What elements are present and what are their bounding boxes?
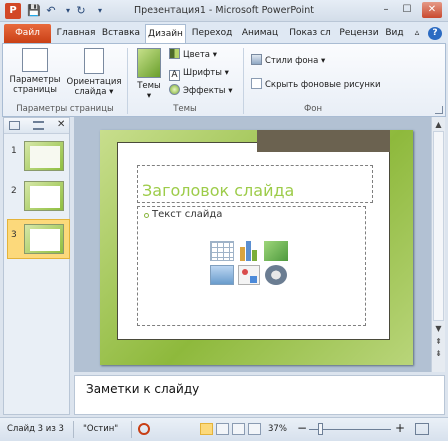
insert-clipart-icon[interactable] [238,265,260,285]
orientation-label-2: слайда ▾ [74,87,114,97]
theme-name[interactable]: "Остин" [83,424,118,434]
slide-thumbnail-2[interactable] [24,181,64,211]
status-bar: Слайд 3 из 3 "Остин" 37% − + [0,417,448,441]
page-setup-button[interactable]: Параметры страницы [7,48,63,95]
colors-button[interactable]: Цвета ▾ [169,48,217,62]
page-setup-label-2: страницы [13,85,57,95]
slide-number: 3 [11,230,17,240]
tab-home[interactable]: Главная [55,24,97,44]
maximize-button[interactable]: ☐ [398,2,416,18]
slide-thumbnail-1[interactable] [24,141,64,171]
fonts-label: Шрифты ▾ [183,68,229,78]
dialog-launcher-icon[interactable] [435,106,443,114]
background-styles-button[interactable]: Стили фона ▾ [251,54,325,68]
zoom-in-icon[interactable]: + [395,421,405,435]
tab-insert[interactable]: Вставка [99,24,143,44]
insert-media-icon[interactable] [265,265,287,285]
previous-slide-icon[interactable]: ⇞ [433,337,444,346]
insert-table-icon[interactable] [210,241,234,261]
language-check-icon[interactable] [138,423,150,435]
title-placeholder[interactable]: Заголовок слайда [137,165,373,203]
effects-label: Эффекты ▾ [183,86,233,96]
zoom-out-icon[interactable]: − [297,421,307,435]
themes-icon [137,48,161,78]
collapse-ribbon-icon[interactable]: ▵ [410,24,424,44]
slide-count: Слайд 3 из 3 [7,424,64,434]
tab-review[interactable]: Рецензи [335,24,383,44]
tab-animations[interactable]: Анимац [237,24,283,44]
content-placeholder-text: Текст слайда [152,209,223,220]
slides-tab-icon[interactable] [9,121,20,130]
themes-button[interactable]: Темы ▾ [131,48,167,101]
tab-view[interactable]: Вид [383,24,406,44]
zoom-slider-thumb[interactable] [318,423,323,435]
hide-background-checkbox[interactable]: Скрыть фоновые рисунки [251,78,381,92]
orientation-icon [84,48,104,74]
zoom-level[interactable]: 37% [268,424,287,434]
checkbox-icon [251,78,262,89]
help-icon[interactable]: ? [428,27,442,40]
outline-tab-icon[interactable] [33,121,44,130]
fonts-button[interactable]: A Шрифты ▾ [169,66,229,81]
tab-transitions[interactable]: Переход [189,24,235,44]
notes-pane[interactable]: Заметки к слайду [74,375,445,415]
slideshow-view-icon[interactable] [248,423,261,435]
ribbon-tabs: Файл Главная Вставка Дизайн Переход Аним… [0,22,448,45]
background-styles-icon [251,54,262,65]
scroll-up-icon[interactable]: ▲ [433,120,444,129]
themes-dropdown-icon: ▾ [146,91,152,101]
background-styles-label: Стили фона ▾ [265,56,326,66]
colors-icon [169,48,180,59]
slide-number: 1 [11,146,17,156]
group-label-background: Фон [303,104,323,114]
normal-view-icon[interactable] [200,423,213,435]
bullet-icon [144,213,149,218]
thumbnail-content [30,146,60,168]
vertical-scrollbar[interactable]: ▲ ▼ ⇞ ⇟ [431,117,445,372]
insert-chart-icon[interactable] [238,239,260,261]
slides-panel: ✕ 1 2 3 [3,117,70,415]
close-button[interactable]: ✕ [422,2,442,18]
title-bar: P 💾 ↶ ▾ ↻ ▾ Презентация1 - Microsoft Pow… [0,0,448,22]
next-slide-icon[interactable]: ⇟ [433,349,444,358]
group-label-themes: Темы [173,104,197,114]
reading-view-icon[interactable] [232,423,245,435]
group-label-page-setup: Параметры страницы [16,104,114,114]
page-setup-icon [22,48,48,72]
scroll-track[interactable] [433,131,444,321]
colors-label: Цвета ▾ [183,50,217,60]
title-placeholder-text: Заголовок слайда [142,181,295,200]
scroll-down-icon[interactable]: ▼ [433,324,444,333]
themes-label: Темы [137,81,161,91]
content-placeholder[interactable]: Текст слайда [137,206,366,326]
page-setup-label-1: Параметры [9,75,61,85]
fonts-icon: A [169,70,180,81]
tab-file[interactable]: Файл [4,24,51,44]
minimize-button[interactable]: – [377,2,395,18]
thumbnail-content [30,229,60,251]
insert-smartart-icon[interactable] [264,241,288,261]
slide-sorter-icon[interactable] [216,423,229,435]
slide-number: 2 [11,186,17,196]
theme-decoration [257,130,390,152]
close-panel-icon[interactable]: ✕ [57,119,65,130]
status-separator [131,421,132,438]
insert-picture-icon[interactable] [210,265,234,285]
tab-slideshow[interactable]: Показ сл [285,24,335,44]
hide-background-label: Скрыть фоновые рисунки [265,80,381,90]
tab-design[interactable]: Дизайн [145,24,186,45]
panel-header: ✕ [4,118,69,134]
effects-button[interactable]: Эффекты ▾ [169,84,232,98]
ribbon: Параметры страницы Ориентация слайда ▾ П… [2,43,446,117]
slide-orientation-button[interactable]: Ориентация слайда ▾ [63,48,125,97]
effects-icon [169,84,180,95]
thumbnail-content [30,186,60,208]
slide-thumbnail-3[interactable] [24,224,64,254]
orientation-label-1: Ориентация [66,77,122,87]
notes-placeholder: Заметки к слайду [86,382,200,396]
fit-to-window-icon[interactable] [415,423,429,435]
status-separator [73,421,74,438]
